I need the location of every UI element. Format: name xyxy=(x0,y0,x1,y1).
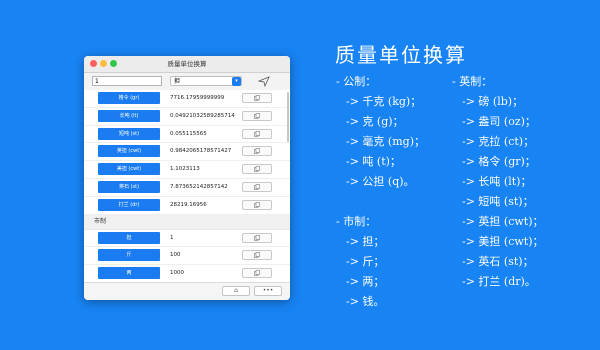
unit-label: 两 xyxy=(98,267,160,280)
copy-icon xyxy=(254,184,260,190)
result-row: 美担 (cwt) 1.1023113 xyxy=(84,161,290,179)
unit-list-line: -> 毫克 (mg)； xyxy=(346,135,425,148)
result-row: 英石 (st) 7.873652142857142 xyxy=(84,179,290,197)
metric-units-column: - 公制： -> 千克 (kg)； -> 克 (g)； -> 毫克 (mg)； -> 吨… xyxy=(336,72,425,312)
unit-list-line: -> 两； xyxy=(346,275,385,288)
unit-list-line: -> 公担 (q)。 xyxy=(346,175,415,188)
unit-value: 1000 xyxy=(170,270,184,277)
unit-label: 长吨 (lt) xyxy=(98,109,160,122)
window-title: 质量单位换算 xyxy=(167,60,207,68)
unit-list-line: -> 英担 (cwt)； xyxy=(462,215,544,228)
copy-icon xyxy=(254,201,260,208)
copy-icon xyxy=(254,130,260,137)
title-bar: 质量单位换算 xyxy=(84,56,290,73)
copy-button[interactable] xyxy=(242,199,272,210)
unit-list-line: -> 英石 (st)； xyxy=(462,255,534,268)
send-icon[interactable] xyxy=(258,76,270,87)
unit-value: 7716.17959999999 xyxy=(170,95,225,101)
unit-select-value: 担 xyxy=(174,78,181,85)
result-row: 打兰 (dr) 28219.16956 xyxy=(84,197,290,215)
copy-icon xyxy=(254,148,260,155)
result-row: 英担 (cwt) 0.9842065178571427 xyxy=(84,143,290,162)
unit-label: 斤 xyxy=(98,249,160,262)
unit-list-line: -> 打兰 (dr)。 xyxy=(462,275,536,288)
unit-list-line: -> 格令 (gr)； xyxy=(462,155,536,168)
copy-button[interactable] xyxy=(242,250,272,261)
more-button[interactable]: ••• xyxy=(254,286,282,296)
unit-list-line: - 公制： xyxy=(336,75,377,88)
unit-list-line: -> 千克 (kg)； xyxy=(346,95,422,108)
copy-button[interactable] xyxy=(242,232,272,243)
copy-button[interactable] xyxy=(242,93,272,103)
unit-value: 7.873652142857142 xyxy=(170,183,228,190)
copy-icon xyxy=(254,252,260,259)
result-row: 短吨 (st) 0.055115565 xyxy=(84,126,290,144)
unit-value: 1.1023113 xyxy=(170,166,200,173)
unit-label: 短吨 (st) xyxy=(98,127,160,140)
copy-icon xyxy=(254,166,260,172)
result-row: 长吨 (lt) 0.04921032589285714 xyxy=(84,108,290,126)
copy-icon xyxy=(254,234,260,241)
unit-value: 28219.16956 xyxy=(170,201,207,208)
unit-list-line: -> 克拉 (ct)； xyxy=(462,135,535,148)
toolbar: 1 担 ▾ xyxy=(84,73,290,91)
unit-list-line: -> 克 (g)； xyxy=(346,115,404,128)
chevron-down-icon: ▾ xyxy=(232,77,241,86)
copy-icon xyxy=(254,95,260,101)
home-button[interactable]: ⌂ xyxy=(222,286,250,296)
unit-select[interactable]: 担 ▾ xyxy=(170,76,242,86)
unit-label: 美担 (cwt) xyxy=(98,163,160,176)
result-row: 格令 (gr) 7716.17959999999 xyxy=(84,90,290,108)
unit-list-line: - 市制： xyxy=(336,215,377,228)
results-list: 格令 (gr) 7716.17959999999 长吨 (lt) 0.04921032… xyxy=(84,90,290,283)
unit-value: 0.9842065178571427 xyxy=(170,148,232,155)
unit-value: 0.04921032589285714 xyxy=(170,112,235,119)
copy-button[interactable] xyxy=(242,164,272,175)
unit-list-line: -> 短吨 (st)； xyxy=(462,195,534,208)
unit-list-line: -> 吨 (t)； xyxy=(346,155,401,168)
imperial-units-column: - 英制： -> 磅 (lb)； -> 盎司 (oz)； -> 克拉 (ct)； -> … xyxy=(452,72,544,292)
unit-label: 英石 (st) xyxy=(98,180,160,193)
bottom-bar: ⌂ ••• xyxy=(84,282,290,300)
result-row: 两 1000 xyxy=(84,265,290,283)
result-row: 担1 xyxy=(84,230,290,248)
unit-list-line: -> 磅 (lb)； xyxy=(462,95,524,108)
copy-icon xyxy=(254,112,260,119)
unit-list-line: - 英制： xyxy=(452,75,493,88)
unit-list-line: -> 担； xyxy=(346,235,385,248)
unit-value: 0.055115565 xyxy=(170,130,207,137)
copy-icon xyxy=(254,270,260,276)
copy-button[interactable] xyxy=(242,146,272,157)
unit-list-line: -> 钱。 xyxy=(346,295,385,308)
unit-value: 100 xyxy=(170,252,181,259)
section-header-shizhi: 市制 xyxy=(84,214,290,230)
value-input[interactable]: 1 xyxy=(92,76,162,86)
headline: 质量单位换算 xyxy=(335,43,467,67)
copy-button[interactable] xyxy=(242,181,272,192)
unit-list-line: -> 盎司 (oz)； xyxy=(462,115,536,128)
unit-list-line: -> 斤； xyxy=(346,255,385,268)
unit-list-line xyxy=(336,192,425,212)
unit-label: 打兰 (dr) xyxy=(98,198,160,211)
copy-button[interactable] xyxy=(242,268,272,279)
unit-list-line: -> 长吨 (lt)； xyxy=(462,175,532,188)
copy-button[interactable] xyxy=(242,128,272,139)
result-row: 斤 100 xyxy=(84,247,290,266)
unit-label: 格令 (gr) xyxy=(98,92,160,104)
scrollbar[interactable] xyxy=(287,92,289,142)
converter-window: 质量单位换算 1 担 ▾ 格令 (gr) 7716.17959999999 长吨 (… xyxy=(84,56,290,300)
unit-label: 担 xyxy=(98,231,160,244)
unit-value: 1 xyxy=(170,234,174,241)
copy-button[interactable] xyxy=(242,110,272,121)
unit-label: 英担 (cwt) xyxy=(98,145,160,158)
unit-list-line: -> 美担 (cwt)； xyxy=(462,235,544,248)
